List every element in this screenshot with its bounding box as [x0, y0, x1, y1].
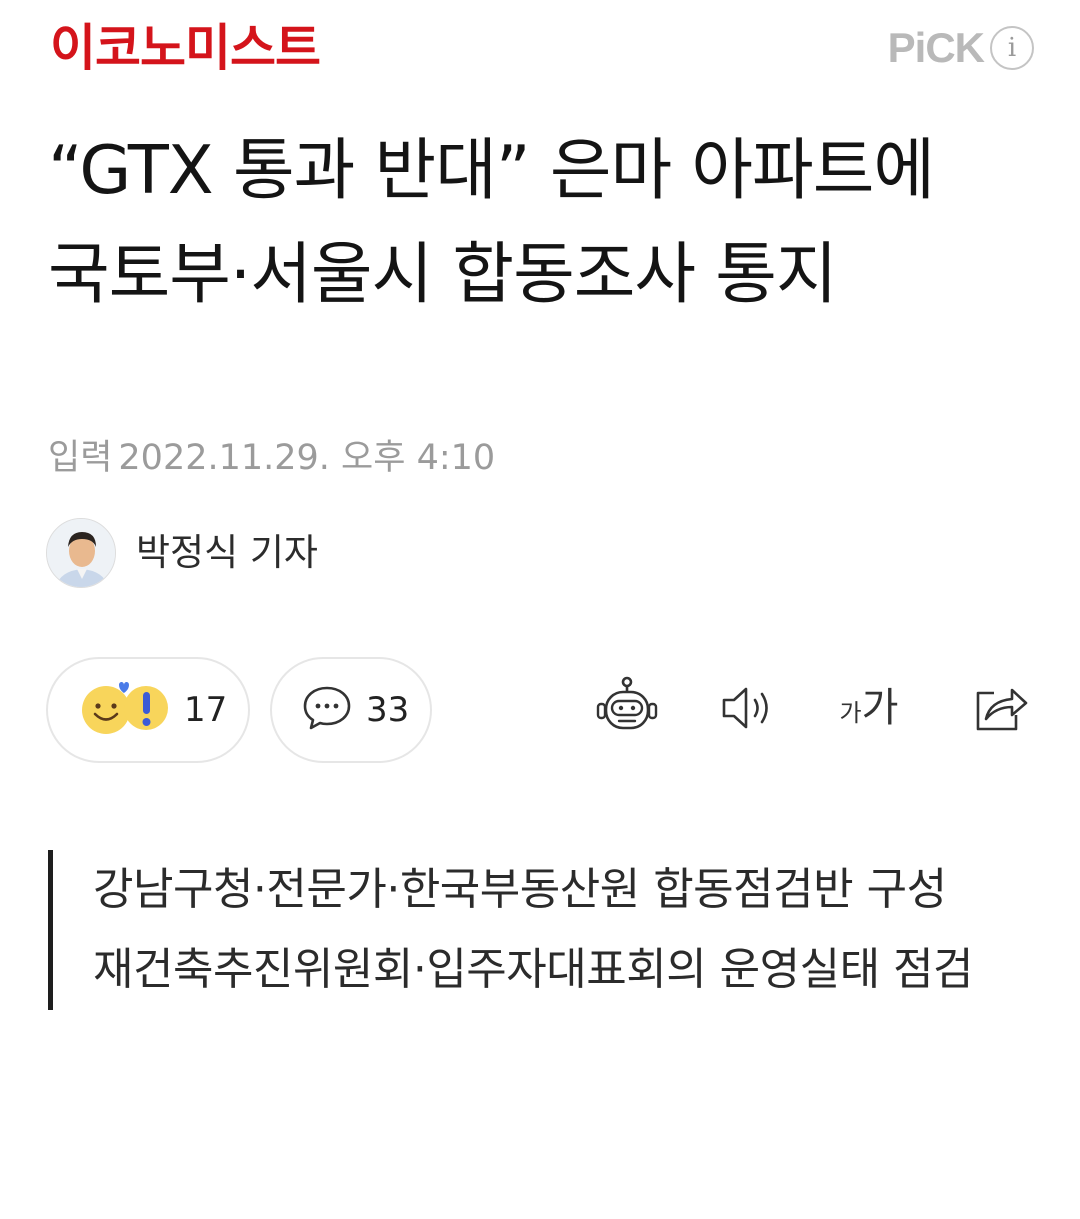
font-size-icon: 가가	[840, 678, 899, 743]
share-icon	[972, 681, 1030, 739]
article-dateline: 입력 2022.11.29. 오후 4:10	[48, 434, 495, 482]
text-to-speech-button[interactable]	[716, 677, 782, 743]
date-label: 입력	[48, 438, 113, 478]
summary-bot-button[interactable]	[594, 675, 660, 745]
reaction-emoji-icon	[78, 679, 170, 741]
font-size-small: 가	[839, 698, 862, 727]
speaker-icon	[718, 683, 780, 737]
comment-count: 33	[366, 690, 410, 730]
robot-summary-icon	[594, 675, 660, 745]
reporter-name[interactable]: 박정식 기자	[136, 529, 318, 577]
article-summary: 강남구청·전문가·한국부동산원 합동점검반 구성 재건축추진위원회·입주자대표회…	[48, 850, 1028, 1010]
summary-line: 강남구청·전문가·한국부동산원 합동점검반 구성	[93, 864, 947, 915]
reporter-avatar[interactable]	[46, 518, 116, 588]
font-size-button[interactable]: 가가	[836, 677, 902, 743]
date-value: 2022.11.29. 오후 4:10	[118, 438, 496, 478]
article-title: “GTX 통과 반대” 은마 아파트에 국토부·서울시 합동조사 통지	[48, 131, 935, 313]
pick-logo: PiCK	[887, 24, 985, 71]
reaction-button[interactable]: 17	[46, 657, 250, 763]
article-action-bar: 17 33 가가	[46, 657, 1046, 763]
comment-button[interactable]: 33	[270, 657, 432, 763]
byline[interactable]: 박정식 기자	[46, 518, 318, 588]
summary-line: 재건축추진위원회·입주자대표회의 운영실태 점검	[93, 944, 974, 995]
font-size-large: 가	[861, 684, 899, 731]
press-logo[interactable]: 이코노미스트	[50, 18, 321, 78]
pick-badge[interactable]: PiCK i	[888, 24, 1034, 72]
top-bar: 이코노미스트 PiCK i	[0, 0, 1080, 100]
info-icon[interactable]: i	[990, 26, 1034, 70]
speech-bubble-icon	[302, 685, 352, 735]
share-button[interactable]	[968, 677, 1034, 743]
reaction-count: 17	[184, 690, 228, 730]
